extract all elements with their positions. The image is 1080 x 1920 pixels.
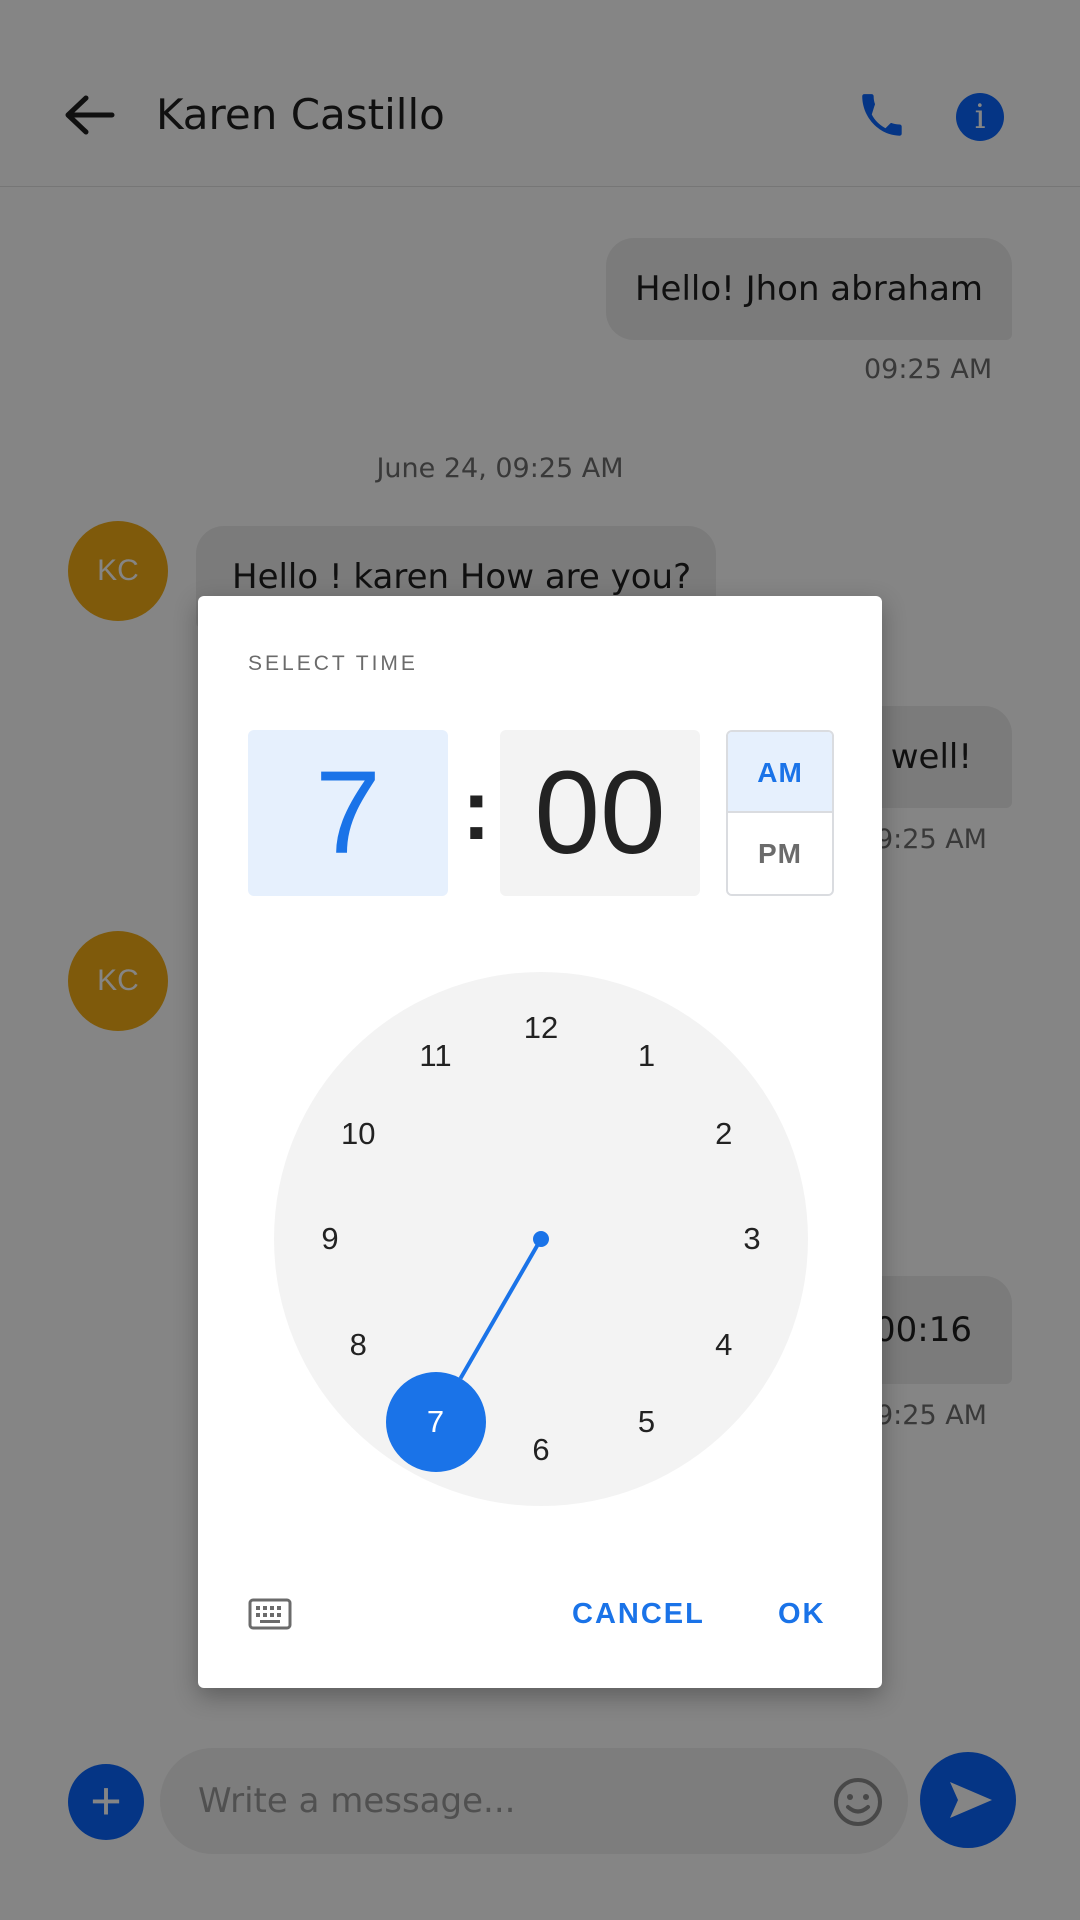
clock-selected-knob[interactable]: 7: [385, 1371, 486, 1472]
clock-number[interactable]: 10: [328, 1114, 388, 1154]
dialog-title: SELECT TIME: [248, 652, 418, 675]
keyboard-icon: [248, 1598, 292, 1630]
clock-number[interactable]: 9: [300, 1219, 360, 1259]
time-picker-dialog: SELECT TIME 7 : 00 AM PM 12 1 2 3 4 5 6 7 8 9 10 11…: [198, 596, 882, 1688]
ok-button[interactable]: OK: [778, 1586, 826, 1642]
cancel-button[interactable]: CANCEL: [572, 1586, 705, 1642]
clock-number[interactable]: 1: [617, 1036, 677, 1076]
clock-number[interactable]: 4: [694, 1325, 754, 1365]
clock-number[interactable]: 3: [722, 1219, 782, 1259]
minute-field[interactable]: 00: [500, 730, 700, 896]
time-separator: :: [462, 762, 491, 858]
clock-center-dot: [533, 1231, 549, 1247]
clock-dial[interactable]: 12 1 2 3 4 5 6 7 8 9 10 11: [274, 972, 808, 1506]
am-pm-toggle: AM PM: [726, 730, 834, 896]
clock-number[interactable]: 12: [511, 1008, 571, 1048]
hour-field[interactable]: 7: [248, 730, 448, 896]
clock-number[interactable]: 2: [694, 1114, 754, 1154]
pm-button[interactable]: PM: [728, 813, 832, 894]
clock-number[interactable]: 8: [328, 1325, 388, 1365]
keyboard-mode-button[interactable]: [248, 1598, 292, 1630]
clock-number[interactable]: 6: [511, 1430, 571, 1470]
am-button[interactable]: AM: [728, 732, 832, 813]
clock-number[interactable]: 11: [406, 1036, 466, 1076]
clock-number[interactable]: 5: [617, 1402, 677, 1442]
